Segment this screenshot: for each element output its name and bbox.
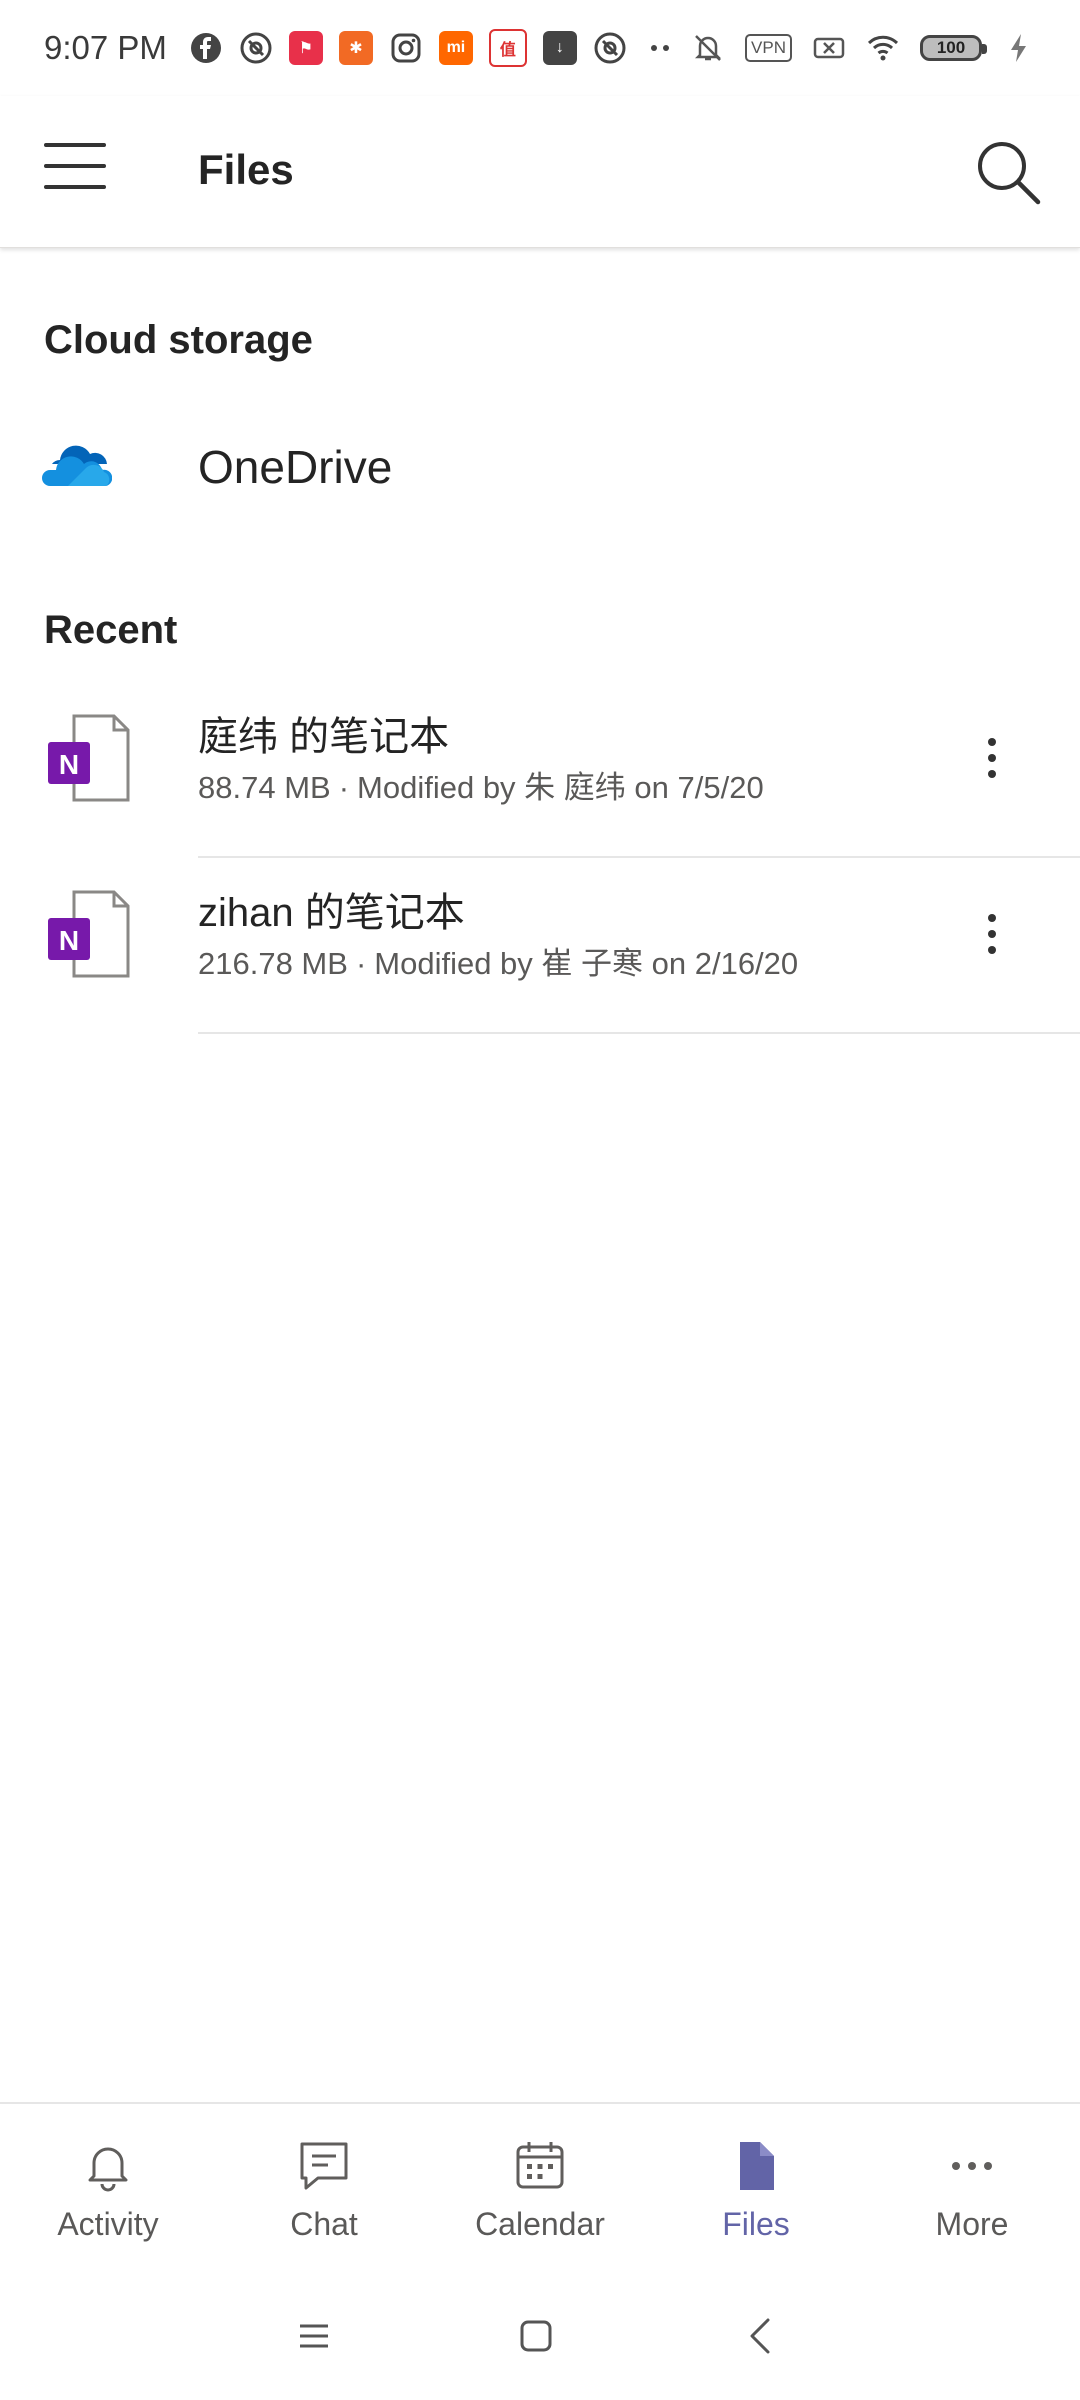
- bell-icon: [80, 2138, 136, 2194]
- cloud-storage-heading: Cloud storage: [44, 318, 313, 362]
- file-meta: 216.78 MB · Modified by 崔 子寒 on 2/16/20: [198, 938, 798, 983]
- shop-app-icon: 值: [488, 29, 527, 67]
- home-icon[interactable]: [512, 2312, 560, 2360]
- bottom-nav: Activity Chat Calendar Files More: [0, 2102, 1080, 2274]
- search-icon[interactable]: [972, 136, 1044, 208]
- file-row[interactable]: N zihan 的笔记本 216.78 MB · Modified by 崔 子寒 …: [0, 858, 1080, 1034]
- system-nav-bar: [0, 2272, 1080, 2400]
- file-size: 216.78 MB: [198, 946, 348, 981]
- more-icon: [944, 2138, 1000, 2194]
- svg-text:N: N: [59, 925, 79, 956]
- wifi-icon: [866, 31, 900, 65]
- file-name: zihan 的笔记本: [198, 891, 465, 935]
- onedrive-item[interactable]: OneDrive: [0, 416, 1080, 526]
- system-status-icons: VPN 100: [691, 31, 1036, 65]
- file-size: 88.74 MB: [198, 770, 331, 805]
- nav-label: Calendar: [475, 2206, 605, 2242]
- status-bar: 9:07 PM ⚑ ✱ mi 值 ↓ VPN 100: [0, 0, 1080, 96]
- at-icon: [239, 31, 273, 65]
- chat-icon: [296, 2138, 352, 2194]
- nav-label: Files: [722, 2206, 790, 2242]
- meta-separator: ·: [355, 946, 367, 981]
- file-modified: Modified by 朱 庭纬 on 7/5/20: [357, 770, 764, 805]
- nav-label: Activity: [57, 2206, 159, 2242]
- calendar-icon: [512, 2138, 568, 2194]
- more-options-icon[interactable]: [960, 726, 1024, 790]
- nav-more[interactable]: More: [864, 2104, 1080, 2274]
- battery-indicator: 100: [920, 35, 987, 61]
- runner-app-icon: ✱: [338, 31, 373, 65]
- file-row[interactable]: N 庭纬 的笔记本 88.74 MB · Modified by 朱 庭纬 on 7…: [0, 682, 1080, 858]
- no-sim-icon: [812, 31, 846, 65]
- nav-chat[interactable]: Chat: [216, 2104, 432, 2274]
- svg-text:N: N: [59, 749, 79, 780]
- file-name: 庭纬 的笔记本: [198, 715, 450, 759]
- meta-separator: ·: [338, 770, 350, 805]
- row-divider: [198, 1032, 1080, 1034]
- muted-bell-icon: [691, 31, 725, 65]
- onedrive-label: OneDrive: [198, 441, 393, 493]
- nav-calendar[interactable]: Calendar: [432, 2104, 648, 2274]
- recent-apps-icon[interactable]: [290, 2312, 338, 2360]
- onedrive-icon: [42, 438, 113, 488]
- charging-icon: [1002, 31, 1036, 65]
- file-meta: 88.74 MB · Modified by 朱 庭纬 on 7/5/20: [198, 762, 764, 807]
- file-modified: Modified by 崔 子寒 on 2/16/20: [374, 946, 799, 981]
- status-time: 9:07 PM: [44, 29, 167, 66]
- onenote-icon: N: [44, 888, 134, 980]
- file-icon: [728, 2138, 784, 2194]
- instagram-icon: [389, 31, 423, 65]
- vpn-indicator: VPN: [745, 34, 792, 62]
- hamburger-menu-icon[interactable]: [44, 141, 106, 191]
- app-notification-icon: ⚑: [288, 31, 323, 65]
- facebook-icon: [189, 31, 223, 65]
- notification-icons: ⚑ ✱ mi 值 ↓: [189, 29, 677, 67]
- nav-files[interactable]: Files: [648, 2104, 864, 2274]
- page-title: Files: [198, 146, 294, 193]
- nav-label: Chat: [290, 2206, 358, 2242]
- onenote-icon: N: [44, 712, 134, 804]
- at-icon-2: [593, 31, 627, 65]
- nav-label: More: [935, 2206, 1009, 2242]
- nav-activity[interactable]: Activity: [0, 2104, 216, 2274]
- back-icon[interactable]: [738, 2312, 786, 2360]
- app-bar: Files: [0, 96, 1080, 248]
- mi-icon: mi: [438, 31, 473, 65]
- download-icon: ↓: [542, 31, 577, 65]
- overflow-dots-icon: [643, 31, 677, 65]
- recent-heading: Recent: [44, 608, 178, 652]
- more-options-icon[interactable]: [960, 902, 1024, 966]
